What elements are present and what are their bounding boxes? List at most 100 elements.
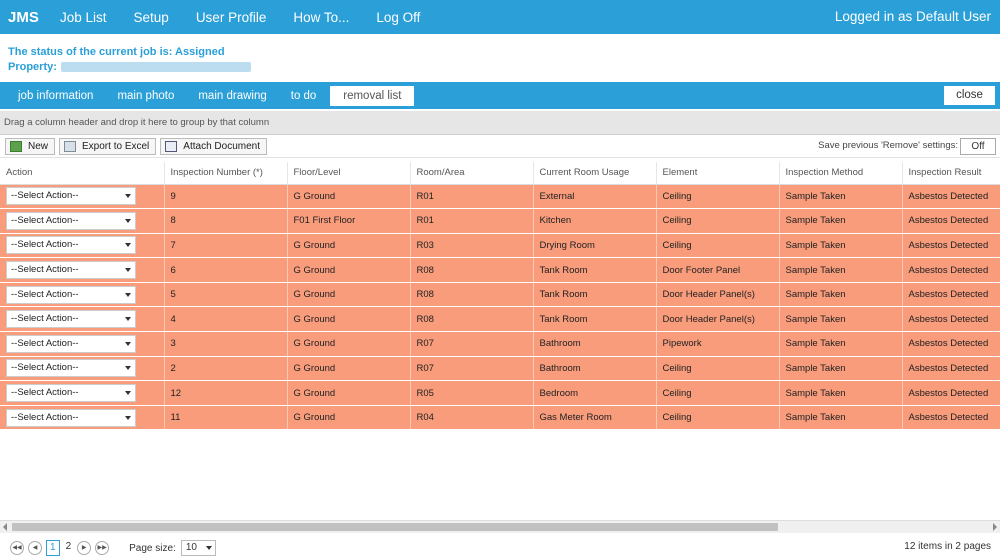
col-header-current-room-usage[interactable]: Current Room Usage (533, 162, 657, 185)
cell-floor-level: G Ground (287, 233, 411, 259)
page-number-1[interactable]: 1 (46, 540, 60, 556)
page-size-value: 10 (185, 542, 197, 553)
table-row[interactable]: --Select Action-- 12 G Ground R05 Bedroom Cei… (0, 380, 1000, 406)
col-header-room-area[interactable]: Room/Area (410, 162, 534, 185)
export-excel-button[interactable]: Export to Excel (59, 137, 157, 155)
action-select-value: --Select Action-- (11, 313, 79, 325)
table-row[interactable]: --Select Action-- 6 G Ground R08 Tank Room Do… (0, 257, 1000, 283)
job-tabs: job information main photo main drawing … (0, 82, 1000, 109)
table-row[interactable]: --Select Action-- 8 F01 First Floor R01 Kitc… (0, 208, 1000, 234)
action-select[interactable]: --Select Action-- (6, 384, 136, 403)
cell-inspection-method: Sample Taken (779, 356, 903, 382)
cell-current-room-usage: Tank Room (533, 306, 657, 333)
attach-document-button[interactable]: Attach Document (160, 137, 267, 155)
cell-element: Ceiling (656, 208, 780, 234)
cell-inspection-result: Asbestos Detected (902, 282, 1000, 308)
property-line: Property: (8, 60, 1000, 75)
cell-inspection-method: Sample Taken (779, 257, 903, 283)
page-size-select[interactable]: 10 (180, 540, 216, 556)
cell-inspection-number: 9 (164, 184, 288, 210)
last-page-icon[interactable]: ▶▶ (95, 541, 110, 555)
group-by-drop-zone[interactable]: Drag a column header and drop it here to… (0, 111, 1000, 135)
action-select[interactable]: --Select Action-- (6, 408, 136, 427)
cell-inspection-number: 2 (164, 356, 288, 382)
cell-current-room-usage: Tank Room (533, 282, 657, 308)
tab-main-photo[interactable]: main photo (105, 86, 186, 106)
col-header-inspection-number[interactable]: Inspection Number (*) (164, 162, 288, 185)
page-number-2[interactable]: 2 (63, 540, 75, 556)
col-header-inspection-result[interactable]: Inspection Result (902, 162, 1000, 185)
tab-to-do[interactable]: to do (279, 86, 329, 106)
tab-job-information[interactable]: job information (6, 86, 105, 106)
cell-inspection-number: 7 (164, 233, 288, 259)
action-select[interactable]: --Select Action-- (6, 211, 136, 230)
cell-current-room-usage: External (533, 184, 657, 210)
prev-page-icon[interactable]: ◀ (28, 541, 42, 555)
cell-current-room-usage: Bathroom (533, 356, 657, 382)
chevron-down-icon (125, 243, 131, 248)
tab-main-drawing[interactable]: main drawing (186, 86, 278, 106)
next-page-icon[interactable]: ▶ (77, 541, 92, 555)
col-header-floor-level[interactable]: Floor/Level (287, 162, 411, 185)
table-row[interactable]: --Select Action-- 2 G Ground R07 Bathroom Cei… (0, 356, 1000, 382)
cell-element: Ceiling (656, 380, 780, 406)
action-select[interactable]: --Select Action-- (6, 334, 136, 353)
first-page-icon[interactable]: ◀◀ (10, 541, 24, 555)
close-button[interactable]: close (944, 86, 995, 105)
cell-current-room-usage: Drying Room (533, 233, 657, 259)
cell-element: Ceiling (656, 405, 780, 431)
action-select[interactable]: --Select Action-- (6, 310, 136, 329)
action-select[interactable]: --Select Action-- (6, 285, 136, 304)
cell-room-area: R04 (410, 405, 534, 431)
cell-inspection-number: 4 (164, 306, 288, 333)
nav-setup[interactable]: Setup (134, 10, 169, 25)
scroll-right-icon[interactable] (993, 523, 997, 531)
chevron-down-icon (125, 292, 131, 297)
table-row[interactable]: --Select Action-- 4 G Ground R08 Tank Room Do… (0, 306, 1000, 333)
cell-inspection-result: Asbestos Detected (902, 356, 1000, 382)
cell-action: --Select Action-- (0, 380, 165, 406)
cell-inspection-number: 6 (164, 257, 288, 283)
action-select[interactable]: --Select Action-- (6, 359, 136, 378)
action-select-value: --Select Action-- (11, 387, 79, 399)
cell-action: --Select Action-- (0, 257, 165, 283)
table-row[interactable]: --Select Action-- 7 G Ground R03 Drying Room… (0, 233, 1000, 259)
new-button[interactable]: New (5, 137, 56, 155)
cell-room-area: R01 (410, 208, 534, 234)
tab-removal-list[interactable]: removal list (330, 85, 415, 106)
action-select[interactable]: --Select Action-- (6, 187, 136, 206)
table-row[interactable]: --Select Action-- 5 G Ground R08 Tank Room Do… (0, 282, 1000, 308)
nav-log-off[interactable]: Log Off (376, 10, 420, 25)
nav-how-to[interactable]: How To... (293, 10, 349, 25)
action-select[interactable]: --Select Action-- (6, 236, 136, 255)
scroll-thumb[interactable] (12, 523, 778, 531)
scroll-left-icon[interactable] (3, 523, 7, 531)
table-row[interactable]: --Select Action-- 3 G Ground R07 Bathroom Pip… (0, 331, 1000, 357)
col-header-action[interactable]: Action (0, 162, 165, 185)
cell-inspection-method: Sample Taken (779, 208, 903, 234)
chevron-down-icon (125, 341, 131, 346)
action-select-value: --Select Action-- (11, 337, 79, 349)
nav-user-profile[interactable]: User Profile (196, 10, 267, 25)
cell-room-area: R08 (410, 257, 534, 283)
cell-action: --Select Action-- (0, 282, 165, 308)
col-header-inspection-method[interactable]: Inspection Method (779, 162, 903, 185)
chevron-down-icon (125, 391, 131, 396)
cell-element: Door Footer Panel (656, 257, 780, 283)
chevron-down-icon (125, 218, 131, 223)
nav-job-list[interactable]: Job List (60, 10, 107, 25)
cell-current-room-usage: Tank Room (533, 257, 657, 283)
cell-action: --Select Action-- (0, 184, 165, 210)
cell-inspection-result: Asbestos Detected (902, 208, 1000, 234)
save-previous-toggle[interactable]: Off (960, 138, 996, 155)
brand-logo[interactable]: JMS (0, 9, 60, 26)
col-header-element[interactable]: Element (656, 162, 780, 185)
table-row[interactable]: --Select Action-- 9 G Ground R01 External Cei… (0, 184, 1000, 210)
cell-action: --Select Action-- (0, 208, 165, 234)
cell-inspection-method: Sample Taken (779, 184, 903, 210)
table-row[interactable]: --Select Action-- 11 G Ground R04 Gas Meter … (0, 405, 1000, 431)
horizontal-scrollbar[interactable] (0, 520, 1000, 533)
top-navbar: JMS Job List Setup User Profile How To..… (0, 0, 1000, 34)
action-select[interactable]: --Select Action-- (6, 261, 136, 280)
action-select-value: --Select Action-- (11, 288, 79, 300)
